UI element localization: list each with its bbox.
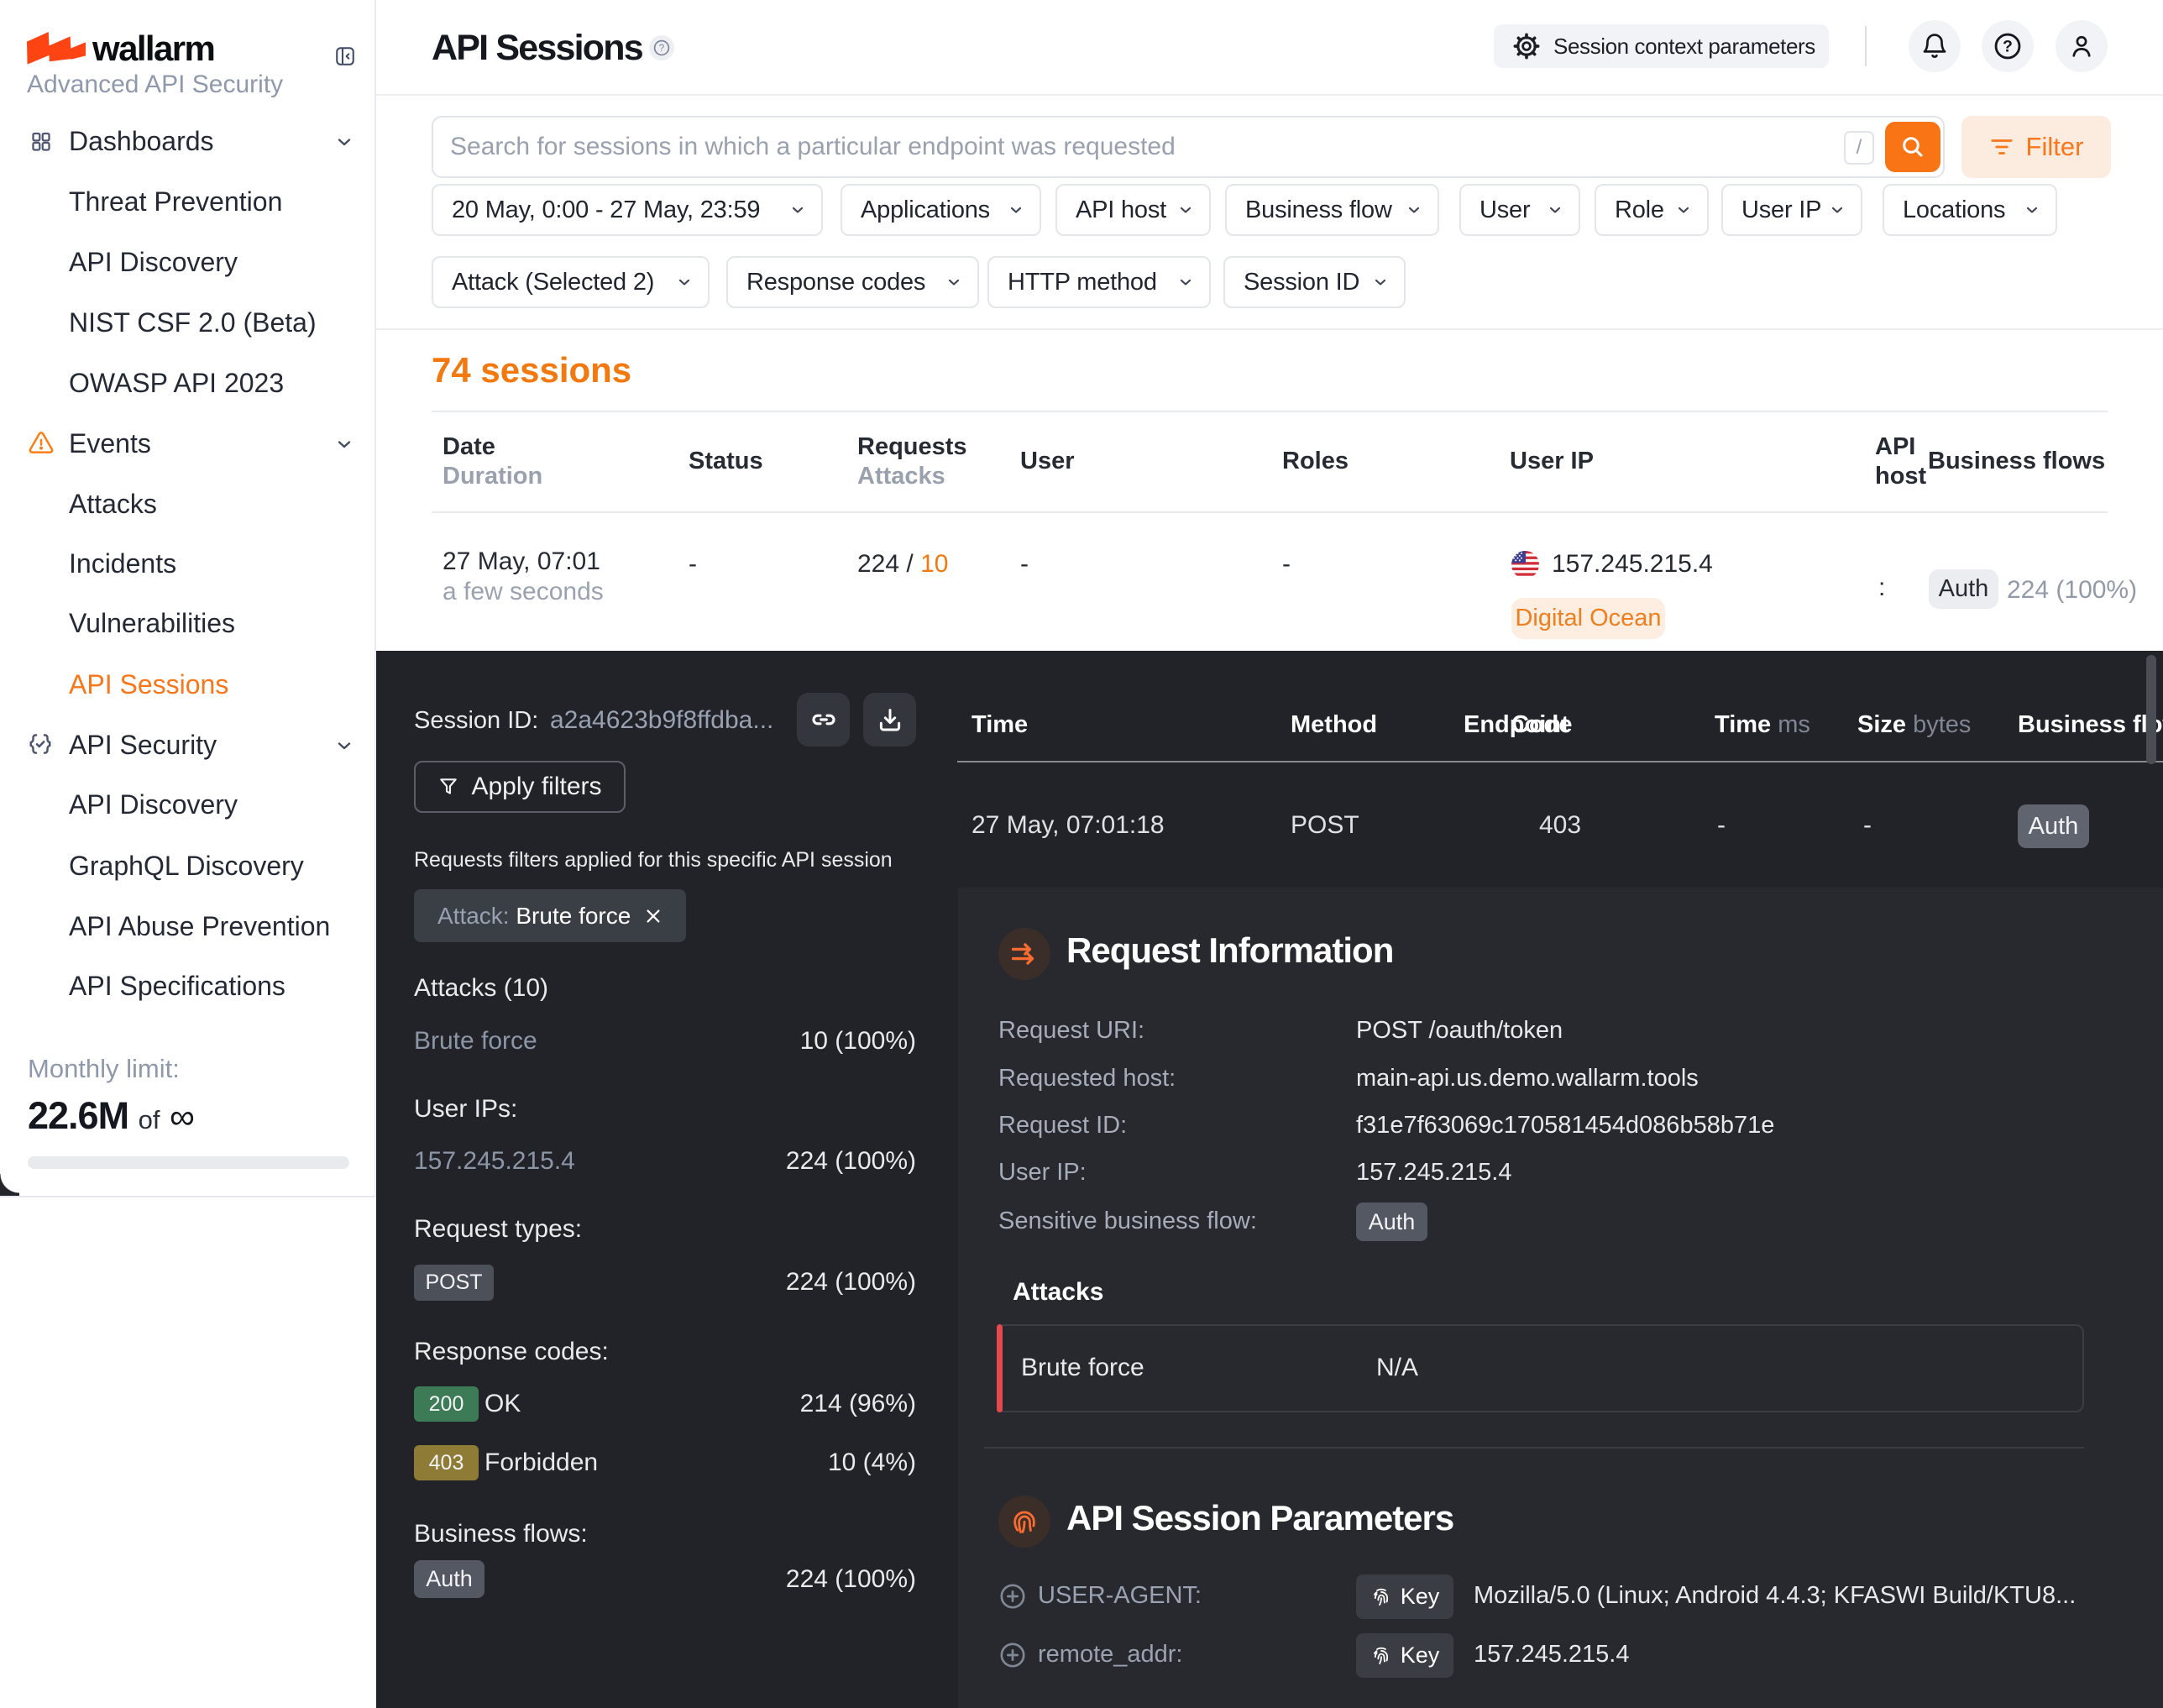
svg-text:?: ? <box>2003 38 2013 56</box>
svg-text:?: ? <box>659 44 664 54</box>
